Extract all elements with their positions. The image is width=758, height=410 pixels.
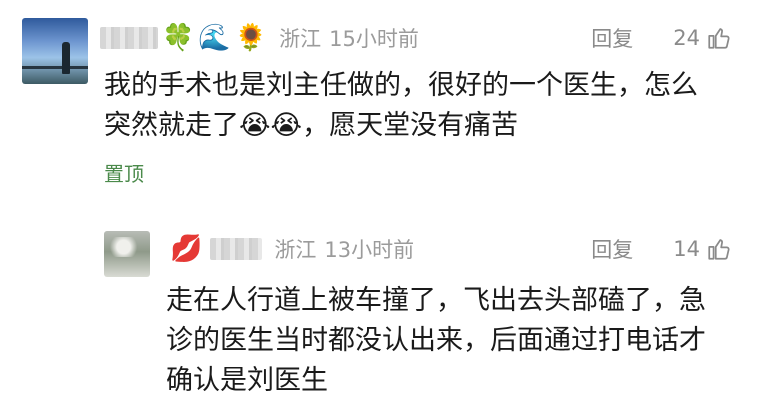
- comment-meta: 💋 浙江 13小时前: [166, 231, 414, 267]
- reply-button[interactable]: 回复: [591, 234, 633, 264]
- comment-meta: 🍀 🌊 🌻 浙江 15小时前: [100, 20, 419, 56]
- pinned-label: 置顶: [104, 162, 144, 186]
- blurred-username[interactable]: [100, 27, 158, 49]
- avatar-blossom: [110, 237, 144, 257]
- thumbs-up-icon[interactable]: [706, 25, 732, 51]
- comment-text: 走在人行道上被车撞了，飞出去头部磕了，急诊的医生当时都没认出来，后面通过打电话才…: [166, 285, 706, 396]
- comment-actions: 回复 24: [591, 20, 732, 56]
- location: 浙江: [274, 238, 317, 262]
- comment-text: 我的手术也是刘主任做的，很好的一个医生，怎么突然就走了😭😭，愿天堂没有痛苦: [104, 70, 698, 141]
- like-count: 14: [673, 237, 700, 261]
- avatar[interactable]: [104, 231, 150, 277]
- like-count: 24: [673, 26, 700, 50]
- thumbs-up-icon[interactable]: [706, 236, 732, 262]
- avatar[interactable]: [22, 18, 88, 84]
- sunflower-emoji-icon: 🌻: [234, 23, 268, 53]
- timestamp: 15小时前: [329, 27, 419, 51]
- timestamp: 13小时前: [324, 238, 415, 262]
- clover-emoji-icon: 🍀: [162, 23, 195, 53]
- reply-button[interactable]: 回复: [591, 23, 633, 53]
- blurred-username[interactable]: [210, 238, 263, 260]
- location: 浙江: [279, 27, 322, 51]
- lips-emoji-icon: 💋: [170, 234, 203, 264]
- avatar-railing: [22, 66, 88, 69]
- wave-emoji-icon: 🌊: [198, 23, 231, 53]
- reply-comment-item: 💋 浙江 13小时前 回复 14 走在人行道上被车撞了，飞出去头部磕了，急诊的医…: [0, 215, 758, 410]
- comment-item: 🍀 🌊 🌻 浙江 15小时前 回复 24 我的手术也是刘主任做的，很好的一个医生…: [0, 0, 758, 205]
- comment-actions: 回复 14: [591, 231, 732, 267]
- avatar-person-silhouette: [62, 42, 70, 74]
